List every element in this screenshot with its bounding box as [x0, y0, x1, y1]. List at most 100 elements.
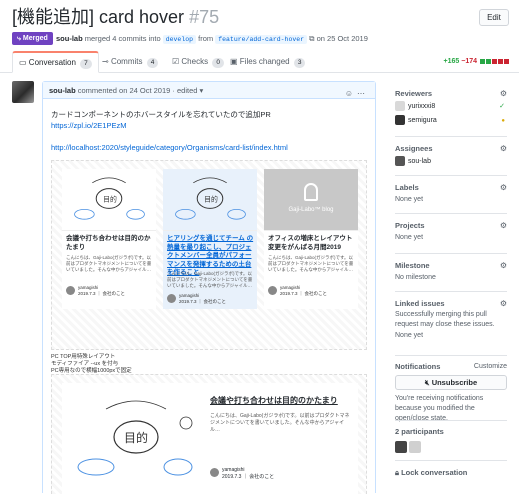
tab-checks[interactable]: ☑ Checks 0 — [166, 51, 230, 73]
base-branch[interactable]: develop — [162, 35, 197, 44]
checks-icon: ☑ — [172, 57, 180, 66]
approved-check-icon: ✓ — [499, 103, 505, 110]
avatar — [395, 156, 405, 167]
gear-icon[interactable]: ⚙ — [500, 182, 507, 194]
card-date: 2019.7.3 ｜ 会社のこと — [280, 291, 328, 296]
tab-conversation-count: 7 — [80, 59, 92, 69]
chevron-down-icon[interactable]: ▾ — [200, 86, 204, 95]
card-excerpt: こんにちは、Gaji-Labo(ガジラボ)です。以前はプロダクトマネジメントにつ… — [66, 255, 152, 272]
lock-conversation[interactable]: 🔒︎ Lock conversation — [395, 467, 507, 479]
merge-text: merged 4 commits into — [84, 34, 161, 43]
blog-logo-text: Gaji-Labo™ blog — [288, 207, 334, 213]
edit-button[interactable]: Edit — [479, 9, 509, 26]
mute-icon: 🔇︎ — [424, 378, 430, 387]
card-list-screenshot: 目的 会議や打ち合わせは目的のかたまり こんにちは、Gaji-Labo(ガジラボ… — [51, 160, 367, 350]
reviewers-heading[interactable]: Reviewers — [395, 88, 507, 100]
file-diff-icon: ▣ — [230, 57, 238, 66]
lock-conversation-label: 🔒︎ Lock conversation — [395, 467, 507, 479]
reviewer-row: yurixxxi8 ✓ — [395, 100, 507, 114]
lock-icon: 🔒︎ — [395, 468, 399, 477]
copy-icon[interactable]: ⧉ — [309, 34, 314, 43]
sketch-illustration: 目的 — [62, 177, 156, 231]
styleguide-link[interactable]: http://localhost:2020/styleguide/categor… — [51, 143, 288, 152]
diff-block — [492, 58, 497, 64]
author-avatar — [210, 468, 219, 477]
zeplin-link[interactable]: https://zpl.io/2E1PEzM — [51, 121, 126, 130]
lock-conversation-text: Lock conversation — [401, 468, 468, 477]
comment-avatar[interactable] — [12, 81, 34, 103]
assignees-section: Assignees ⚙ sou-lab — [395, 143, 507, 169]
tab-files-count: 3 — [293, 58, 306, 68]
blog-thumbnail: Gaji-Labo™ blog — [264, 169, 358, 231]
labels-heading[interactable]: Labels — [395, 182, 507, 194]
pr-title: [機能追加] card hover #75 — [12, 6, 219, 28]
diffstat: +165 −174 — [444, 58, 509, 65]
gear-icon[interactable]: ⚙ — [500, 298, 507, 310]
smiley-icon[interactable]: ☺ — [345, 89, 357, 98]
avatar — [395, 101, 405, 112]
card-date: 2019.7.3 ｜ 会社のこと — [78, 291, 126, 296]
comment-author[interactable]: sou-lab — [49, 86, 76, 95]
avatar[interactable] — [395, 441, 407, 453]
linked-issues-heading[interactable]: Linked issues — [395, 298, 507, 310]
wide-card-screenshot: 目的 会議や打ち合わせは目的のかたまり こんにちは、Gaji-Labo(ガジラボ… — [51, 374, 367, 495]
divider — [395, 213, 507, 214]
diff-block — [480, 58, 485, 64]
assignees-heading[interactable]: Assignees — [395, 143, 507, 155]
gear-icon[interactable]: ⚙ — [500, 260, 507, 272]
svg-text:目的: 目的 — [103, 194, 117, 203]
author-avatar — [268, 286, 277, 295]
participants-heading: 2 participants — [395, 427, 444, 436]
tab-conversation[interactable]: ▭ Conversation 7 — [12, 51, 99, 73]
avatar[interactable] — [409, 441, 421, 453]
milestone-heading[interactable]: Milestone — [395, 260, 507, 272]
assignee-row: sou-lab — [395, 155, 507, 169]
sketch-illustration: 目的 — [77, 400, 193, 476]
comment-actions: ☺⋯ — [345, 85, 369, 102]
kebab-icon[interactable]: ⋯ — [357, 89, 369, 98]
gaji-labo-logo-icon — [304, 183, 318, 201]
pending-dot-icon: ● — [501, 118, 505, 124]
card-excerpt: こんにちは、Gaji-Labo(ガジラボ)です。以前はプロダクトマネジメントにつ… — [268, 255, 354, 272]
diff-additions: +165 — [443, 58, 460, 65]
commit-icon: ⊸ — [102, 57, 109, 66]
unsubscribe-button[interactable]: 🔇︎ Unsubscribe — [395, 375, 507, 390]
head-branch[interactable]: feature/add-card-hover — [215, 35, 308, 44]
merged-badge-label: Merged — [22, 35, 48, 42]
tab-checks-count: 0 — [212, 58, 224, 68]
comment-meta[interactable]: commented on 24 Oct 2019 · edited — [78, 86, 198, 95]
card-title[interactable]: 会議や打ち合わせは目的のかたまり — [66, 235, 154, 252]
wide-card-author: yamagishi 2019.7.3 ｜ 会社のこと — [222, 467, 274, 481]
gear-icon[interactable]: ⚙ — [500, 143, 507, 155]
gear-icon[interactable]: ⚙ — [500, 220, 507, 232]
projects-heading[interactable]: Projects — [395, 220, 507, 232]
customize-link[interactable]: Customize — [474, 361, 507, 373]
author-avatar — [66, 286, 75, 295]
svg-text:目的: 目的 — [124, 430, 148, 445]
wide-card-title[interactable]: 会議や打ち合わせは目的のかたまり — [210, 395, 338, 406]
card-title[interactable]: オフィスの増床とレイアウト変更をがんばる月間2019 — [268, 235, 356, 252]
assignee-name[interactable]: sou-lab — [408, 158, 431, 165]
merged-badge: ⤷ Merged — [12, 32, 53, 45]
gear-icon[interactable]: ⚙ — [500, 88, 507, 100]
tab-commits[interactable]: ⊸ Commits 4 — [96, 51, 164, 73]
avatar — [395, 115, 405, 126]
wide-card-date: 2019.7.3 ｜ 会社のこと — [222, 474, 275, 480]
reviewer-name[interactable]: yurixxxi8 — [408, 103, 435, 110]
svg-text:目的: 目的 — [204, 194, 218, 203]
card-author: yamagishi 2019.7.3 ｜ 会社のこと — [280, 285, 327, 297]
comment-box: sou-lab commented on 24 Oct 2019 · edite… — [42, 81, 376, 495]
labels-section: Labels ⚙ None yet — [395, 182, 507, 206]
tab-files-changed[interactable]: ▣ Files changed 3 — [224, 51, 311, 73]
participant-avatars — [395, 440, 507, 458]
unsubscribe-label: Unsubscribe — [431, 378, 478, 387]
from-text: from — [198, 34, 214, 43]
merge-date: on 25 Oct 2019 — [316, 34, 368, 43]
diff-block — [486, 58, 491, 64]
wide-card: 目的 会議や打ち合わせは目的のかたまり こんにちは、Gaji-Labo(ガジラボ… — [62, 383, 358, 495]
reviewer-name[interactable]: semigura — [408, 117, 437, 124]
card-author: yamagishi 2019.7.3 ｜ 会社のこと — [78, 285, 125, 297]
merge-summary: sou-lab merged 4 commits into develop fr… — [56, 32, 368, 46]
merge-author-link[interactable]: sou-lab — [56, 34, 83, 43]
card: Gaji-Labo™ blog オフィスの増床とレイアウト変更をがんばる月間20… — [264, 169, 358, 309]
